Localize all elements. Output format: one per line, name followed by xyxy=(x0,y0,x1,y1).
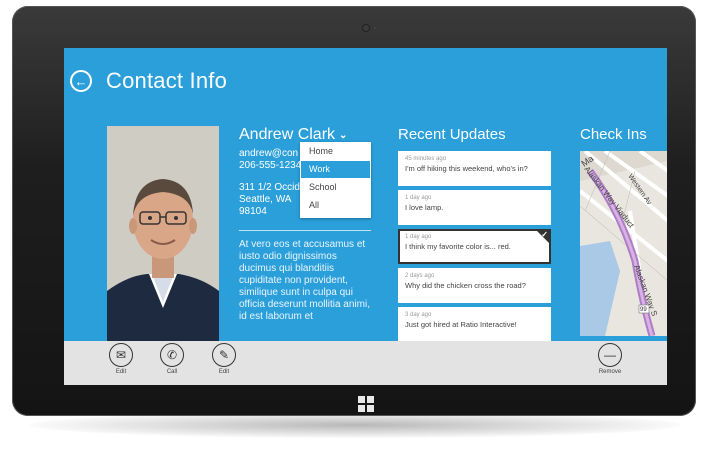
chevron-down-icon[interactable]: ⌄ xyxy=(339,130,347,141)
update-card-selected[interactable]: ✓ 1 day ago I think my favorite color is… xyxy=(398,229,551,264)
pencil-icon: ✎ xyxy=(212,343,236,367)
update-card[interactable]: 1 day ago I love lamp. xyxy=(398,190,551,225)
phone-icon: ✆ xyxy=(160,343,184,367)
update-text: Why did the chicken cross the road? xyxy=(405,281,526,290)
page-header: ← Contact Info xyxy=(70,68,227,94)
dropdown-item-school[interactable]: School xyxy=(301,179,370,196)
remove-button[interactable]: — Remove xyxy=(590,343,630,375)
camera-icon xyxy=(363,25,369,31)
call-button[interactable]: ✆ Call xyxy=(152,343,192,375)
call-button-label: Call xyxy=(166,369,178,375)
category-dropdown: Home Work School All xyxy=(300,142,371,218)
remove-button-label: Remove xyxy=(598,369,622,375)
tablet-device: ← Contact Info Andrew Clark ⌄ andrew@con… xyxy=(12,6,696,416)
minus-icon: — xyxy=(598,343,622,367)
update-time: 1 day ago xyxy=(405,234,432,240)
app-bar: ✉ Edit ✆ Call ✎ Edit — Remove xyxy=(64,341,667,385)
update-card[interactable]: 2 days ago Why did the chicken cross the… xyxy=(398,268,551,303)
update-text: I'm off hiking this weekend, who's in? xyxy=(405,164,528,173)
contact-bio: At vero eos et accusamus et iusto odio d… xyxy=(239,239,370,322)
email-button-label: Edit xyxy=(115,369,127,375)
windows-logo-icon[interactable] xyxy=(358,396,374,412)
contact-photo xyxy=(107,126,219,341)
email-button[interactable]: ✉ Edit xyxy=(101,343,141,375)
update-card[interactable]: 3 day ago Just got hired at Ratio Intera… xyxy=(398,307,551,342)
mail-icon: ✉ xyxy=(109,343,133,367)
page-title: Contact Info xyxy=(106,68,228,93)
check-in-map[interactable]: Ma Western Av Alaskan Way Viaduct Alaska… xyxy=(580,151,667,336)
update-time: 1 day ago xyxy=(405,195,432,201)
update-time: 3 day ago xyxy=(405,312,432,318)
dropdown-item-work[interactable]: Work xyxy=(301,161,370,178)
dropdown-item-all[interactable]: All xyxy=(301,197,370,214)
recent-updates-title: Recent Updates xyxy=(398,126,506,143)
update-time: 2 days ago xyxy=(405,273,435,279)
edit-button-label: Edit xyxy=(218,369,230,375)
divider xyxy=(239,230,371,231)
update-time: 45 minutes ago xyxy=(405,156,447,162)
back-arrow-icon[interactable]: ← xyxy=(70,70,92,92)
dropdown-item-home[interactable]: Home xyxy=(301,143,370,160)
map-label: 99 xyxy=(640,307,647,313)
update-text: I think my favorite color is... red. xyxy=(405,242,511,251)
edit-button[interactable]: ✎ Edit xyxy=(204,343,244,375)
update-text: Just got hired at Ratio Interactive! xyxy=(405,320,517,329)
check-ins-section: Check Ins Ma Western Av Alaskan Way Viad… xyxy=(580,126,667,336)
check-ins-title: Check Ins xyxy=(580,126,647,143)
sensor-dot xyxy=(374,27,376,29)
updates-list: 45 minutes ago I'm off hiking this weeke… xyxy=(398,151,553,342)
checkmark-icon: ✓ xyxy=(541,230,548,239)
update-card[interactable]: 45 minutes ago I'm off hiking this weeke… xyxy=(398,151,551,186)
update-text: I love lamp. xyxy=(405,203,444,212)
app-screen: ← Contact Info Andrew Clark ⌄ andrew@con… xyxy=(64,48,667,385)
recent-updates-section: Recent Updates 45 minutes ago I'm off hi… xyxy=(398,126,553,346)
